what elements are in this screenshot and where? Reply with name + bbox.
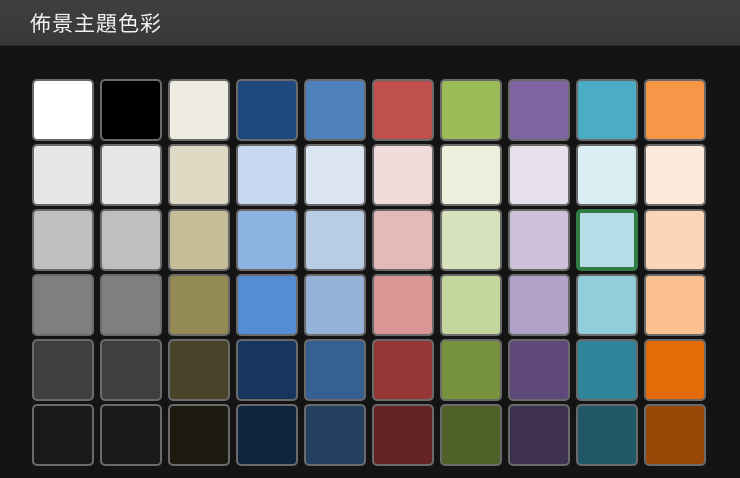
color-swatch[interactable] <box>508 79 570 141</box>
color-swatch[interactable] <box>100 274 162 336</box>
panel-header: 佈景主題色彩 <box>0 0 740 46</box>
color-swatch[interactable] <box>100 144 162 206</box>
color-swatch[interactable] <box>32 339 94 401</box>
color-swatch[interactable] <box>304 274 366 336</box>
color-swatch[interactable] <box>32 404 94 466</box>
color-swatch[interactable] <box>168 274 230 336</box>
color-swatch[interactable] <box>32 209 94 271</box>
color-swatch[interactable] <box>372 339 434 401</box>
panel-title: 佈景主題色彩 <box>30 11 162 36</box>
color-swatch[interactable] <box>644 144 706 206</box>
color-swatch[interactable] <box>576 274 638 336</box>
color-swatch[interactable] <box>508 209 570 271</box>
color-swatch[interactable] <box>168 339 230 401</box>
color-swatch[interactable] <box>168 404 230 466</box>
color-swatch[interactable] <box>32 79 94 141</box>
color-swatch[interactable] <box>644 404 706 466</box>
color-swatch[interactable] <box>508 404 570 466</box>
color-swatch[interactable] <box>236 144 298 206</box>
color-swatch[interactable] <box>372 79 434 141</box>
color-swatch[interactable] <box>236 404 298 466</box>
color-swatch[interactable] <box>644 209 706 271</box>
color-swatch[interactable] <box>576 209 638 271</box>
color-swatch[interactable] <box>100 209 162 271</box>
color-swatch[interactable] <box>372 404 434 466</box>
color-swatch[interactable] <box>32 274 94 336</box>
color-swatch[interactable] <box>576 79 638 141</box>
color-swatch[interactable] <box>304 404 366 466</box>
color-swatch[interactable] <box>168 144 230 206</box>
color-swatch[interactable] <box>372 274 434 336</box>
color-swatch[interactable] <box>440 339 502 401</box>
color-swatch[interactable] <box>644 339 706 401</box>
color-swatch[interactable] <box>508 274 570 336</box>
color-swatch[interactable] <box>304 339 366 401</box>
color-swatch[interactable] <box>236 274 298 336</box>
color-swatch[interactable] <box>372 209 434 271</box>
color-swatch[interactable] <box>644 274 706 336</box>
color-swatch[interactable] <box>440 144 502 206</box>
color-swatch[interactable] <box>440 274 502 336</box>
color-swatch[interactable] <box>440 79 502 141</box>
color-swatch[interactable] <box>508 144 570 206</box>
color-swatch[interactable] <box>304 209 366 271</box>
color-swatch[interactable] <box>576 404 638 466</box>
color-swatch[interactable] <box>236 339 298 401</box>
color-swatch[interactable] <box>576 144 638 206</box>
color-swatch[interactable] <box>372 144 434 206</box>
color-swatch[interactable] <box>304 79 366 141</box>
color-swatch-grid <box>32 79 706 466</box>
color-swatch[interactable] <box>576 339 638 401</box>
color-swatch[interactable] <box>304 144 366 206</box>
theme-colors-panel: 佈景主題色彩 <box>0 0 740 478</box>
color-swatch[interactable] <box>100 404 162 466</box>
color-swatch[interactable] <box>32 144 94 206</box>
color-swatch[interactable] <box>168 209 230 271</box>
color-swatch[interactable] <box>236 79 298 141</box>
color-swatch[interactable] <box>644 79 706 141</box>
color-swatch[interactable] <box>168 79 230 141</box>
color-swatch[interactable] <box>100 339 162 401</box>
color-swatch[interactable] <box>236 209 298 271</box>
color-swatch[interactable] <box>100 79 162 141</box>
color-swatch[interactable] <box>440 209 502 271</box>
color-swatch[interactable] <box>440 404 502 466</box>
color-swatch[interactable] <box>508 339 570 401</box>
